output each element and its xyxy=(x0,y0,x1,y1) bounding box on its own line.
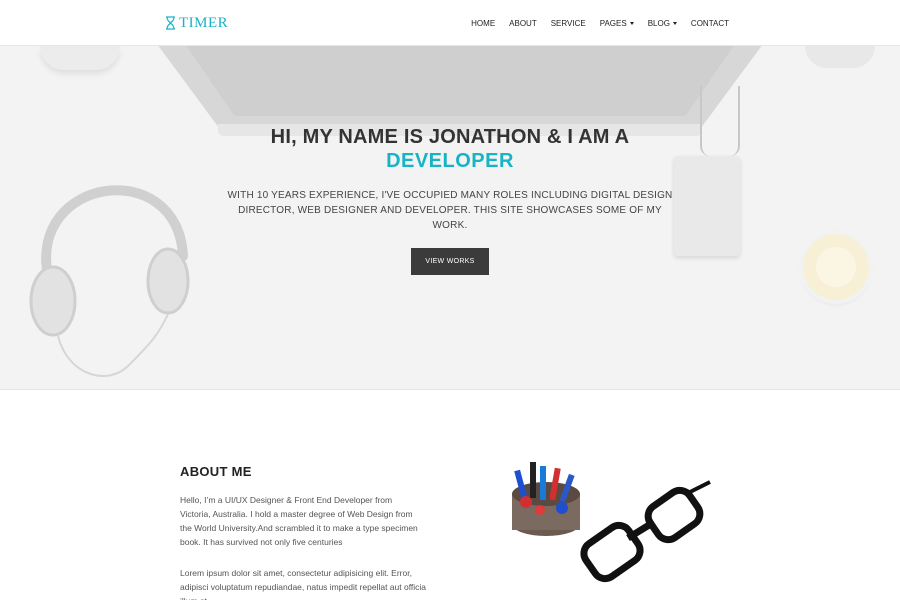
nav-pages[interactable]: PAGES xyxy=(593,19,641,28)
nav-about-label: ABOUT xyxy=(509,18,537,28)
nav-service-label: SERVICE xyxy=(550,18,586,28)
pens-and-glasses-image xyxy=(512,462,711,583)
nav-home[interactable]: HOME xyxy=(464,19,502,28)
main-nav: HOME ABOUT SERVICE PAGES BLOG CONTACT xyxy=(464,0,736,46)
nav-blog-label: BLOG xyxy=(647,18,670,28)
navbar: TIMER HOME ABOUT SERVICE PAGES BLOG CONT… xyxy=(0,0,900,46)
nav-pages-label: PAGES xyxy=(599,18,627,28)
hero-content: HI, MY NAME IS JONATHON & I AM A DEVELOP… xyxy=(0,46,900,389)
brand-name: TIMER xyxy=(179,14,229,31)
nav-contact-label: CONTACT xyxy=(690,18,729,28)
nav-blog[interactable]: BLOG xyxy=(641,19,684,28)
caret-down-icon xyxy=(672,21,677,25)
about-paragraph: Hello, I’m a UI/UX Designer & Front End … xyxy=(180,495,418,547)
view-works-button[interactable]: VIEW WORKS xyxy=(411,248,489,275)
nav-contact[interactable]: CONTACT xyxy=(684,19,736,28)
hero-title: HI, MY NAME IS JONATHON & I AM A xyxy=(270,126,630,148)
hero-description: WITH 10 YEARS EXPERIENCE, I'VE OCCUPIED … xyxy=(227,190,673,231)
brand-logo[interactable]: TIMER xyxy=(165,12,228,34)
hourglass-icon xyxy=(166,16,175,30)
about-title: ABOUT ME xyxy=(180,464,252,479)
nav-service[interactable]: SERVICE xyxy=(544,19,593,28)
nav-home-label: HOME xyxy=(471,18,496,28)
about-paragraph: Lorem ipsum dolor sit amet, consectetur … xyxy=(180,568,427,600)
caret-down-icon xyxy=(629,21,634,25)
nav-about[interactable]: ABOUT xyxy=(502,19,544,28)
hero-section: HI, MY NAME IS JONATHON & I AM A DEVELOP… xyxy=(0,46,900,390)
hero-role: DEVELOPER xyxy=(386,150,514,172)
